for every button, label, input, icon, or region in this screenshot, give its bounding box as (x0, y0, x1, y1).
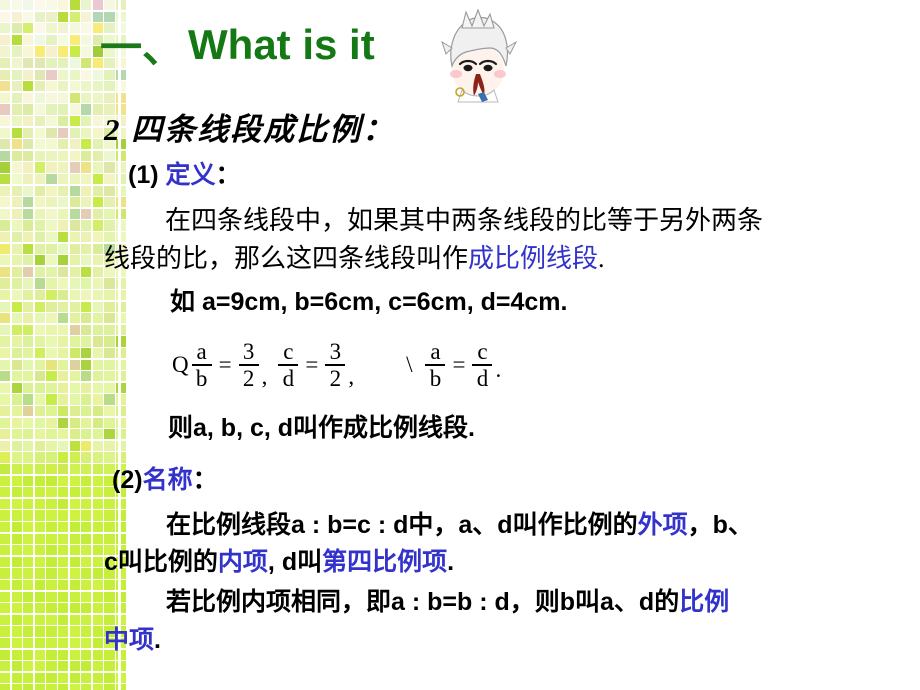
naming-line-4: 中项. (104, 620, 161, 656)
fraction-numerator: 3 (242, 338, 255, 364)
fraction-denominator: 2 (242, 365, 255, 391)
cartoon-character-icon (441, 8, 518, 103)
section-1-marker: (1) (128, 161, 166, 189)
fraction-denominator: 2 (329, 365, 342, 391)
formula-period: . (495, 357, 502, 382)
formula-comma-2: , (348, 364, 355, 389)
fraction-denominator: d (282, 365, 295, 391)
equals-sign-2: = (305, 352, 319, 377)
conclusion-line: 则a, b, c, d叫作成比例线段. (168, 414, 475, 442)
definition-line-2: 线段的比，那么这四条线段叫作成比例线段. (104, 238, 605, 275)
fraction-denominator: b (429, 365, 442, 391)
naming-line-2: c叫比例的内项, d叫第四比例项. (104, 542, 454, 578)
proportion-formula: Q a b = 3 2 , c d = 3 2 , \ a b = c d . (172, 334, 501, 396)
definition-line-2-text: 线段的比，那么这四条线段叫作 (104, 244, 469, 273)
therefore-symbol: \ (406, 352, 413, 377)
naming-line-2-period: . (447, 548, 455, 576)
naming-line-3: 若比例内项相同，即a : b=b : d，则b叫a、d的比例 (166, 582, 729, 618)
section-2-label: (2)名称： (112, 460, 218, 496)
fraction-denominator: d (476, 365, 489, 391)
heading-line: 2 四条线段成比例： (104, 112, 396, 147)
definition-line-1: 在四条线段中，如果其中两条线段的比等于另外两条 (165, 206, 764, 235)
naming-highlight-outer-terms: 外项 (637, 511, 688, 539)
naming-line-1-part-b: a、d叫作比例的 (458, 511, 638, 539)
fraction-3-over-2-second: 3 2 (325, 338, 346, 391)
definition-highlight-term: 成比例线段 (468, 244, 599, 273)
section-2-title: 名称 (142, 466, 193, 494)
fraction-c-over-d-first: c d (278, 338, 299, 391)
fraction-numerator: a (430, 338, 441, 364)
section-1-title: 定义 (165, 161, 216, 189)
equals-sign-1: = (218, 352, 232, 377)
fraction-a-over-b-result: a b (425, 338, 446, 391)
section-2-marker: (2) (112, 466, 143, 494)
naming-line-4-period: . (154, 626, 161, 654)
because-symbol: Q (172, 352, 189, 377)
naming-highlight-fourth-proportional: 第四比例项 (322, 548, 448, 576)
equals-sign-3: = (452, 352, 466, 377)
mosaic-border-decoration (0, 0, 127, 690)
fraction-numerator: c (283, 338, 294, 364)
slide-title: 一、What is it (100, 14, 660, 84)
title-english: What is it (188, 20, 375, 68)
fraction-3-over-2-first: 3 2 (238, 338, 259, 391)
fraction-c-over-d-result: c d (472, 338, 493, 391)
title-prefix: 一、 (100, 24, 185, 71)
fraction-a-over-b: a b (191, 338, 212, 391)
fraction-numerator: 3 (329, 338, 342, 364)
naming-line-2-part-b: , d叫 (267, 548, 323, 576)
naming-line-1-part-a: 在比例线段a : b=c : d中， (166, 511, 459, 539)
definition-line-2-period: . (598, 244, 605, 273)
naming-line-3-part-a: 若比例内项相同，即a : b=b : d，则b叫a、d的 (166, 588, 680, 616)
fraction-numerator: c (477, 338, 488, 364)
naming-line-2-part-a: c叫比例的 (104, 548, 218, 576)
slide-canvas: 一、What is it 2 四条线段成比例： (1) 定义： 在四条线段中，如… (0, 0, 920, 690)
naming-line-1: 在比例线段a : b=c : d中，a、d叫作比例的外项，b、 (166, 505, 753, 541)
example-values-line: 如 a=9cm, b=6cm, c=6cm, d=4cm. (170, 288, 568, 316)
naming-highlight-mean-proportional-part1: 比例 (679, 588, 730, 616)
formula-comma-1: , (261, 364, 268, 389)
section-1-label: (1) 定义： (128, 155, 241, 191)
fraction-denominator: b (195, 365, 208, 391)
naming-highlight-mean-proportional-part2: 中项 (104, 626, 155, 654)
section-2-colon: ： (192, 466, 218, 494)
section-1-colon: ： (215, 161, 241, 189)
fraction-numerator: a (196, 338, 207, 364)
naming-highlight-inner-terms: 内项 (217, 548, 268, 576)
naming-line-1-part-c: ，b、 (687, 511, 753, 539)
